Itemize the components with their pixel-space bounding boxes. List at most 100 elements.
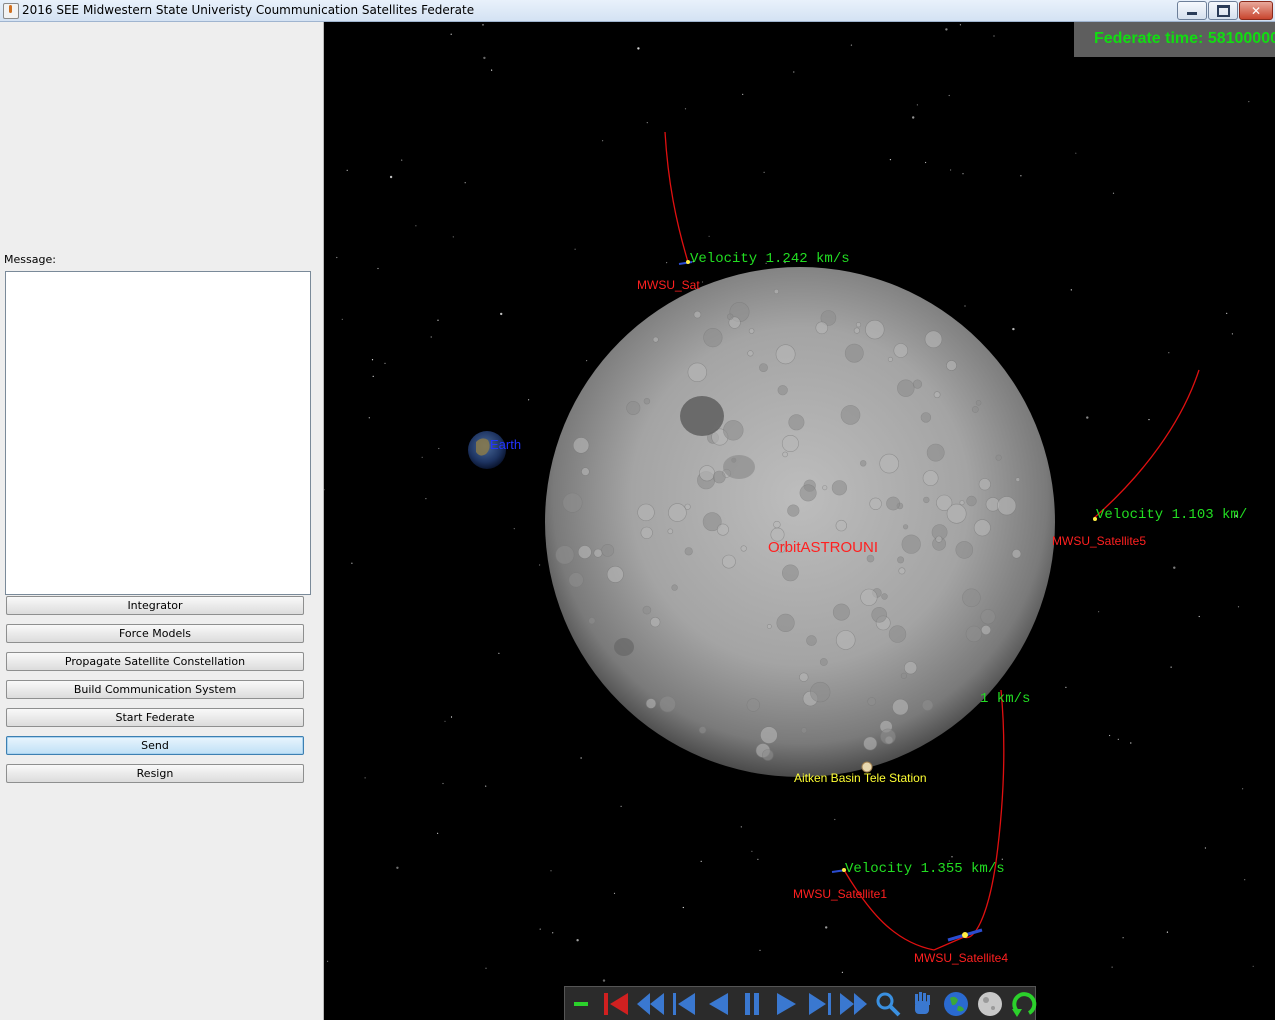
star (962, 173, 964, 175)
star (1122, 937, 1124, 939)
moon-crater (815, 321, 829, 335)
star (1111, 966, 1113, 968)
zoom-out-icon[interactable] (567, 989, 597, 1019)
moon-crater (643, 398, 651, 405)
message-textarea[interactable] (5, 271, 311, 595)
moon-view-icon[interactable] (975, 989, 1005, 1019)
star (1231, 333, 1233, 335)
moon-crater (721, 554, 736, 569)
close-button[interactable]: ✕ (1239, 1, 1273, 20)
maximize-button[interactable] (1208, 1, 1238, 20)
fast-forward-icon[interactable] (839, 989, 869, 1019)
moon-crater (859, 460, 867, 467)
build-communication-button[interactable]: Build Communication System (6, 680, 304, 699)
moon-crater (835, 519, 847, 532)
integrator-button[interactable]: Integrator (6, 596, 304, 615)
star (684, 108, 687, 110)
moon-crater (860, 588, 878, 606)
moon-crater (668, 503, 687, 522)
play-icon[interactable] (771, 989, 801, 1019)
moon-crater (588, 617, 596, 625)
fast-rewind-icon[interactable] (635, 989, 665, 1019)
moon-crater (759, 363, 768, 372)
skip-to-start-icon[interactable] (601, 989, 631, 1019)
star (421, 456, 423, 458)
step-forward-icon[interactable] (805, 989, 835, 1019)
star (1166, 931, 1168, 933)
moon-crater (921, 699, 934, 712)
space-viewport[interactable]: Earth OrbitASTROUNI Aitken Basin Tele St… (324, 22, 1275, 1020)
star (1170, 666, 1172, 668)
scene-canvas[interactable]: Earth OrbitASTROUNI Aitken Basin Tele St… (324, 22, 1275, 1020)
orbit-track-bottom (963, 689, 1005, 939)
moon-crater (572, 437, 590, 454)
star (1237, 606, 1240, 608)
step-back-icon[interactable] (669, 989, 699, 1019)
moon-crater (703, 328, 723, 348)
star (666, 262, 668, 264)
sat-top-velocity: Velocity 1.242 km/s (690, 251, 850, 267)
moon-crater (781, 434, 799, 452)
hidden-velocity: 1 km/s (980, 691, 1030, 707)
moon-crater (698, 726, 707, 734)
moon-crater (760, 726, 778, 744)
star (708, 235, 710, 237)
star (1130, 742, 1132, 744)
star (415, 225, 417, 227)
moon-crater (640, 526, 653, 539)
moon-crater (887, 356, 893, 362)
moon-crater (881, 593, 888, 600)
pause-icon[interactable] (737, 989, 767, 1019)
moon-crater (775, 344, 796, 365)
star (834, 818, 836, 821)
star (425, 498, 427, 500)
sat5-name: MWSU_Satellite5 (1052, 534, 1146, 548)
moon-crater (776, 613, 795, 633)
star (576, 939, 579, 942)
star (1070, 289, 1072, 291)
moon-crater (920, 412, 932, 423)
earth-view-icon[interactable] (941, 989, 971, 1019)
message-label: Message: (4, 253, 56, 266)
send-button[interactable]: Send (6, 736, 304, 755)
control-panel: Message: Integrator Force Models Propaga… (0, 22, 324, 1020)
moon-crater (766, 624, 772, 629)
star (401, 159, 403, 161)
star (602, 140, 604, 142)
sat1-name: MWSU_Satellite1 (793, 887, 887, 901)
satellite1-icon[interactable] (831, 868, 847, 873)
star (550, 870, 552, 872)
start-federate-button[interactable]: Start Federate (6, 708, 304, 727)
star (384, 362, 386, 364)
moon-crater (879, 453, 900, 474)
propagate-constellation-button[interactable]: Propagate Satellite Constellation (6, 652, 304, 671)
rotate-icon[interactable] (1009, 989, 1039, 1019)
satellite4-icon[interactable] (947, 928, 983, 942)
force-models-button[interactable]: Force Models (6, 624, 304, 643)
moon[interactable] (545, 267, 1055, 777)
moon-crater (626, 400, 641, 415)
star (1252, 965, 1254, 967)
moon-crater (637, 503, 655, 522)
star (491, 69, 493, 71)
moon-crater (844, 343, 864, 363)
moon-crater (822, 485, 828, 491)
star (1112, 192, 1115, 194)
moon-crater (650, 616, 661, 628)
pan-hand-icon[interactable] (907, 989, 937, 1019)
star (742, 93, 744, 95)
moon-crater (568, 572, 584, 588)
star (539, 928, 541, 930)
moon-crater (980, 624, 992, 636)
minimize-button[interactable] (1177, 1, 1207, 20)
star (371, 359, 374, 361)
zoom-icon[interactable] (873, 989, 903, 1019)
orbit-track-sat1 (843, 869, 965, 951)
resign-button[interactable]: Resign (6, 764, 304, 783)
moon-crater (902, 524, 909, 530)
moon-crater (577, 545, 592, 559)
station-label: Aitken Basin Tele Station (794, 771, 927, 785)
moon-crater (601, 544, 615, 557)
moon-crater (748, 328, 755, 334)
play-reverse-icon[interactable] (703, 989, 733, 1019)
